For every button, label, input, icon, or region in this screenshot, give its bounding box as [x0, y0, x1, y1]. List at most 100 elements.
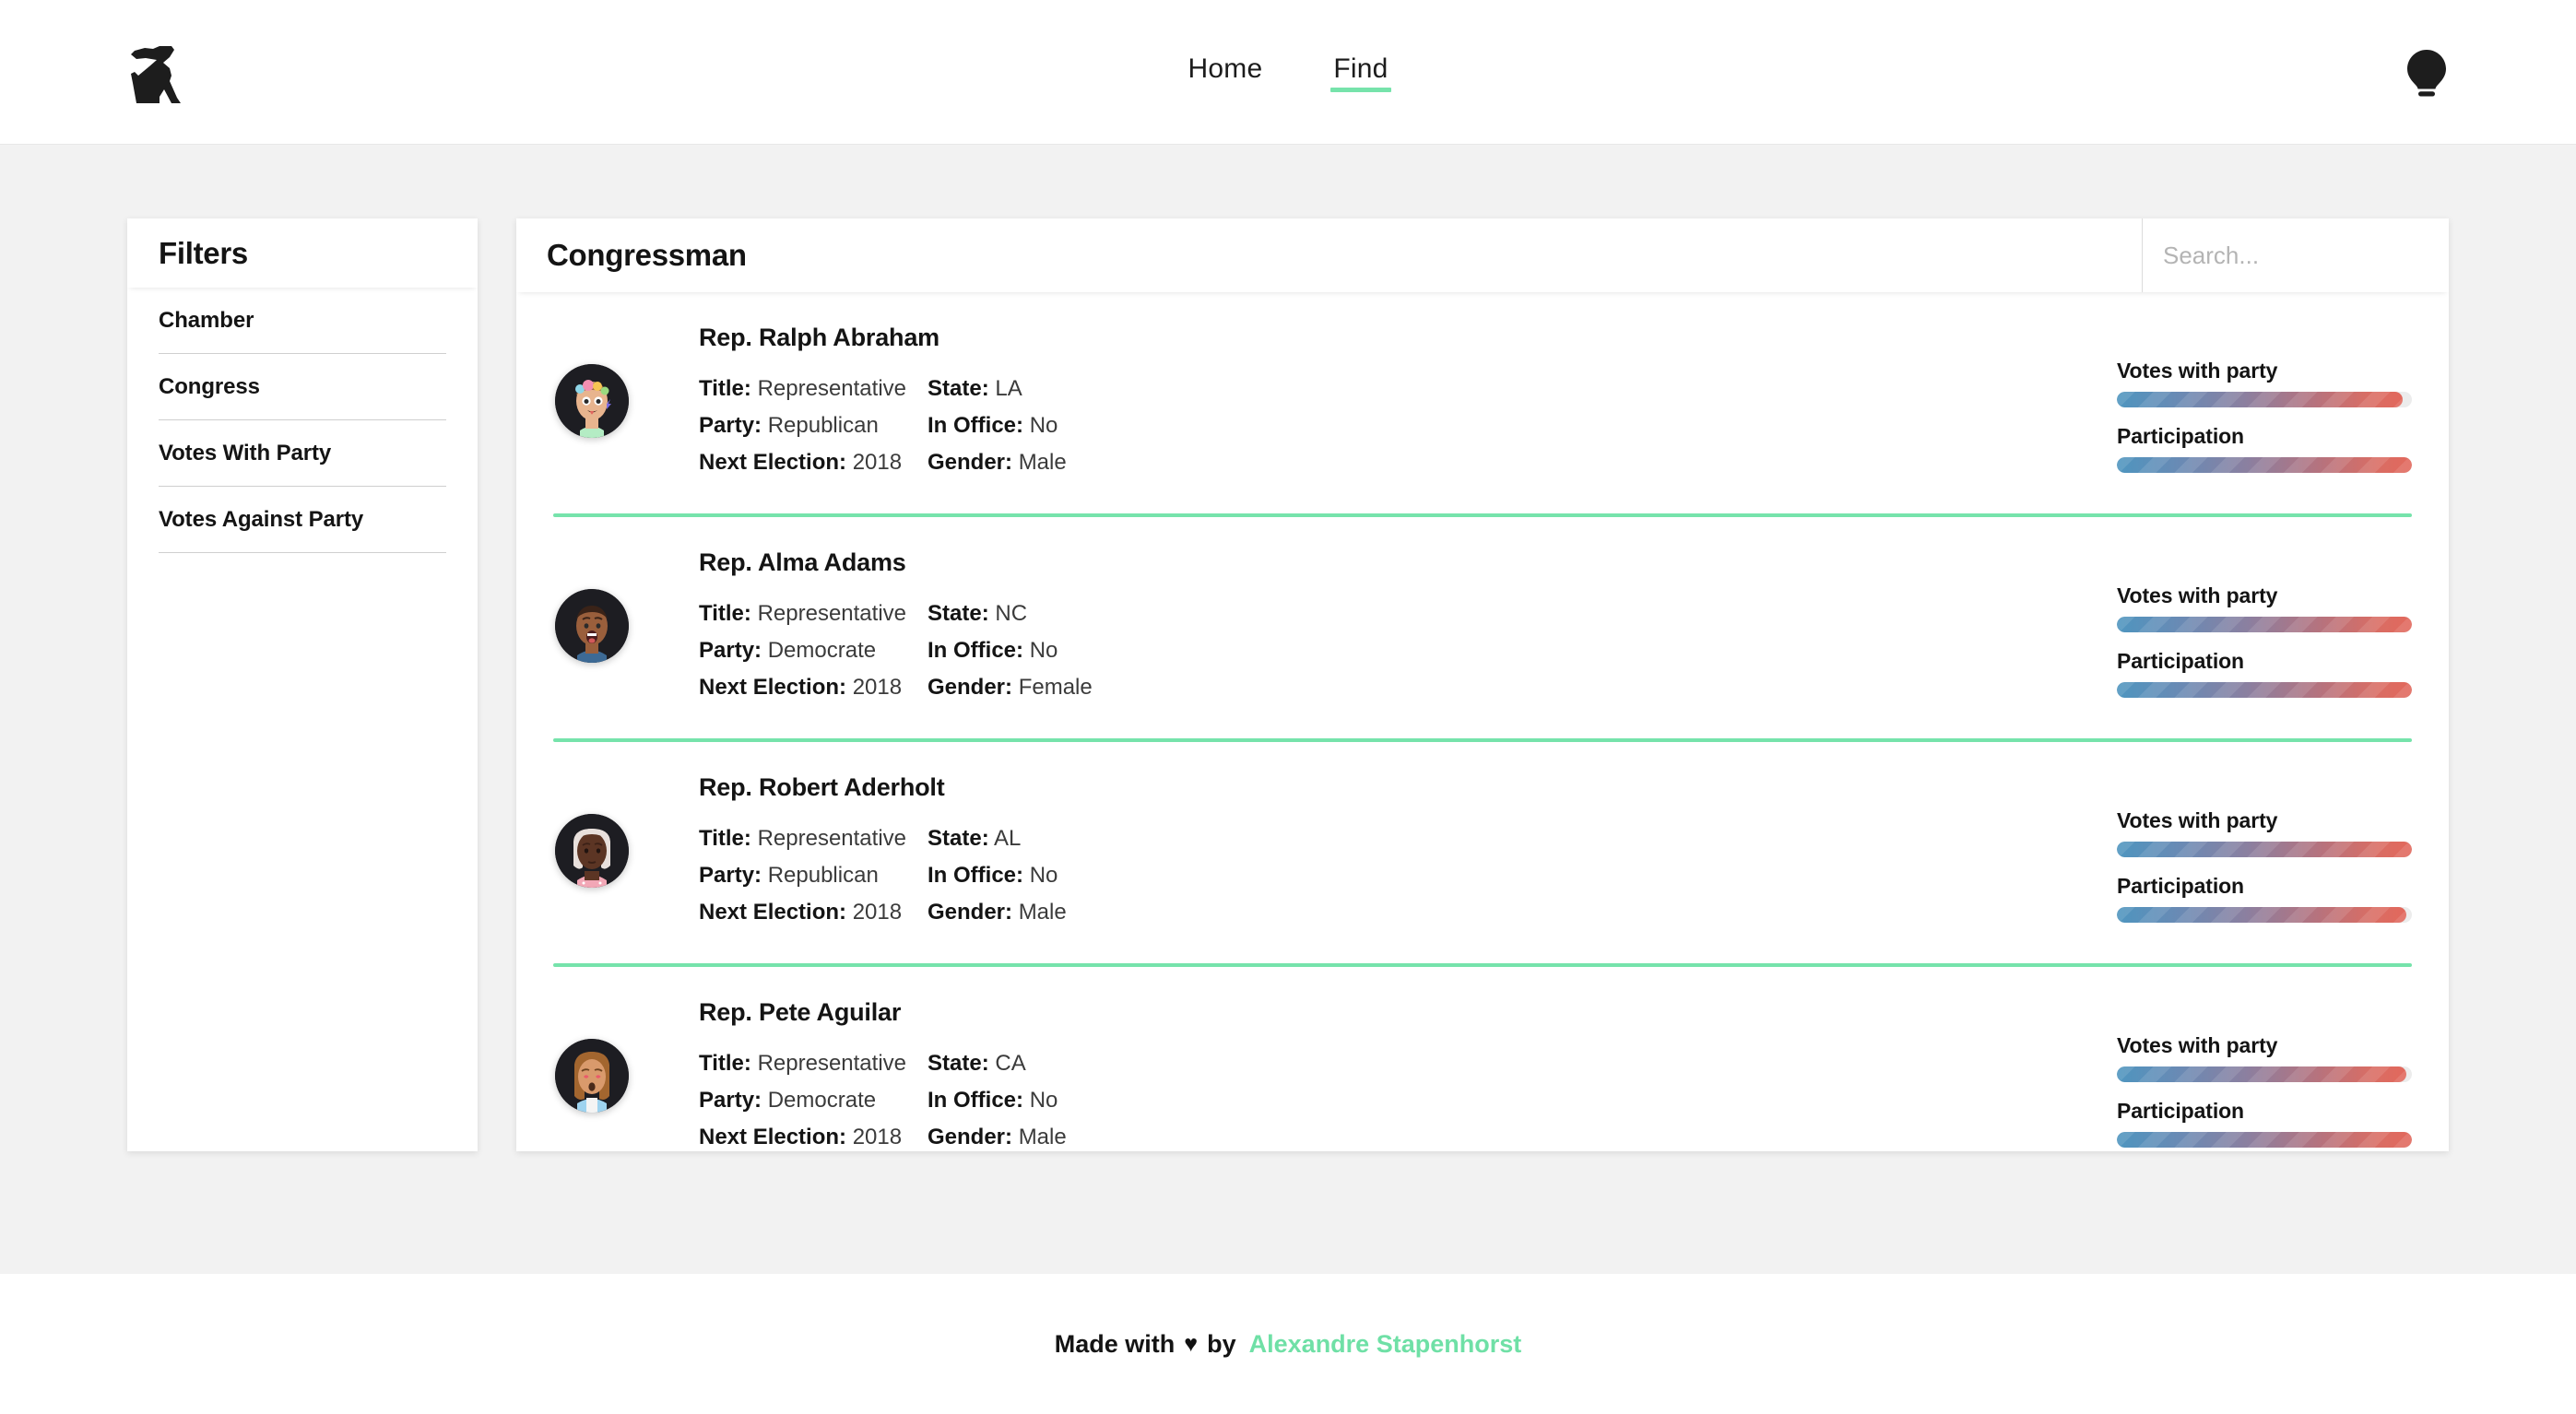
avatar — [555, 364, 629, 438]
meters: Votes with party Participation — [2117, 770, 2412, 939]
attr-title: Title: Representative — [699, 595, 928, 632]
votes-with-party-label: Votes with party — [2117, 583, 2412, 608]
lightbulb-icon[interactable] — [2406, 49, 2447, 97]
sidebar-item-chamber[interactable]: Chamber — [159, 288, 446, 354]
footer-prefix: Made with — [1055, 1330, 1176, 1359]
attr-gender: Gender: Male — [928, 444, 1067, 481]
panel-title-wrap: Congressman — [516, 218, 2142, 292]
attr-gender: Gender: Male — [928, 894, 1067, 931]
nav-link-find[interactable]: Find — [1333, 55, 1388, 90]
meter-fill — [2117, 842, 2412, 857]
footer-author-link[interactable]: Alexandre Stapenhorst — [1249, 1330, 1522, 1359]
person-name: Rep. Pete Aguilar — [699, 998, 2117, 1027]
search-input[interactable] — [2163, 242, 2428, 270]
filter-label: Chamber — [159, 308, 254, 334]
list-item[interactable]: Rep. Ralph Abraham Title: Representative… — [516, 292, 2449, 517]
meters: Votes with party Participation — [2117, 320, 2412, 489]
filters-list: Chamber Congress Votes With Party Votes … — [127, 288, 478, 553]
participation-bar — [2117, 907, 2412, 923]
meter-fill — [2117, 907, 2406, 923]
congressman-panel: Congressman — [516, 218, 2449, 1151]
attr-in-office: In Office: No — [928, 407, 1067, 444]
attr-state: State: LA — [928, 371, 1067, 407]
person-info: Rep. Alma Adams Title: Representative Pa… — [629, 545, 2117, 706]
heart-icon: ♥ — [1184, 1331, 1198, 1358]
congressman-list: Rep. Ralph Abraham Title: Representative… — [516, 292, 2449, 1151]
meters: Votes with party Participation — [2117, 995, 2412, 1151]
attr-in-office: In Office: No — [928, 1082, 1067, 1119]
participation-bar — [2117, 457, 2412, 473]
panel-header: Congressman — [516, 218, 2449, 292]
page-title: Congressman — [547, 238, 747, 273]
votes-with-party-label: Votes with party — [2117, 808, 2412, 833]
meter-fill — [2117, 1132, 2412, 1148]
attr-in-office: In Office: No — [928, 632, 1093, 669]
meter-fill — [2117, 392, 2403, 407]
meter-fill — [2117, 457, 2412, 473]
votes-with-party-label: Votes with party — [2117, 1033, 2412, 1058]
attr-gender: Gender: Female — [928, 669, 1093, 706]
avatar — [555, 814, 629, 888]
top-navbar: Home Find — [0, 0, 2576, 145]
list-item[interactable]: Rep. Alma Adams Title: Representative Pa… — [516, 517, 2449, 742]
attr-state: State: AL — [928, 820, 1067, 857]
meter-fill — [2117, 1066, 2406, 1082]
nav-links: Home Find — [0, 0, 2576, 145]
filters-title: Filters — [159, 236, 248, 271]
filters-header: Filters — [127, 218, 478, 288]
sidebar-item-votes-against-party[interactable]: Votes Against Party — [159, 487, 446, 553]
attr-next-election: Next Election: 2018 — [699, 894, 928, 931]
participation-label: Participation — [2117, 649, 2412, 674]
participation-label: Participation — [2117, 424, 2412, 449]
person-name: Rep. Robert Aderholt — [699, 773, 2117, 802]
attr-next-election: Next Election: 2018 — [699, 444, 928, 481]
attr-title: Title: Representative — [699, 371, 928, 407]
sidebar-item-votes-with-party[interactable]: Votes With Party — [159, 420, 446, 487]
person-info: Rep. Robert Aderholt Title: Representati… — [629, 770, 2117, 931]
footer-middle: by — [1207, 1330, 1236, 1359]
attr-next-election: Next Election: 2018 — [699, 1119, 928, 1151]
participation-label: Participation — [2117, 1099, 2412, 1124]
filter-label: Votes Against Party — [159, 507, 363, 533]
votes-with-party-bar — [2117, 1066, 2412, 1082]
votes-with-party-bar — [2117, 392, 2412, 407]
person-name: Rep. Ralph Abraham — [699, 324, 2117, 352]
attr-party: Party: Democrate — [699, 632, 928, 669]
sidebar-item-congress[interactable]: Congress — [159, 354, 446, 420]
filters-sidebar: Filters Chamber Congress Votes With Part… — [127, 218, 478, 1151]
votes-with-party-bar — [2117, 842, 2412, 857]
app-root: Home Find Filters Chamber Congress — [0, 0, 2576, 1414]
votes-with-party-bar — [2117, 617, 2412, 632]
person-info: Rep. Ralph Abraham Title: Representative… — [629, 320, 2117, 481]
meter-fill — [2117, 682, 2412, 698]
search-container — [2142, 218, 2449, 292]
meter-fill — [2117, 617, 2412, 632]
list-item[interactable]: Rep. Pete Aguilar Title: Representative … — [516, 967, 2449, 1151]
main-content: Filters Chamber Congress Votes With Part… — [0, 145, 2576, 1274]
nav-link-home[interactable]: Home — [1188, 55, 1263, 90]
participation-bar — [2117, 682, 2412, 698]
avatar — [555, 589, 629, 663]
attr-state: State: CA — [928, 1045, 1067, 1082]
filter-label: Votes With Party — [159, 441, 331, 466]
person-name: Rep. Alma Adams — [699, 548, 2117, 577]
avatar — [555, 1039, 629, 1113]
attr-title: Title: Representative — [699, 1045, 928, 1082]
participation-bar — [2117, 1132, 2412, 1148]
attr-next-election: Next Election: 2018 — [699, 669, 928, 706]
attr-title: Title: Representative — [699, 820, 928, 857]
attr-party: Party: Democrate — [699, 1082, 928, 1119]
footer: Made with ♥ by Alexandre Stapenhorst — [0, 1274, 2576, 1414]
attr-state: State: NC — [928, 595, 1093, 632]
attr-gender: Gender: Male — [928, 1119, 1067, 1151]
attr-party: Party: Republican — [699, 407, 928, 444]
attr-in-office: In Office: No — [928, 857, 1067, 894]
list-item[interactable]: Rep. Robert Aderholt Title: Representati… — [516, 742, 2449, 967]
attr-party: Party: Republican — [699, 857, 928, 894]
filter-label: Congress — [159, 374, 260, 400]
footer-credit: Made with ♥ by Alexandre Stapenhorst — [1055, 1330, 1521, 1359]
participation-label: Participation — [2117, 874, 2412, 899]
votes-with-party-label: Votes with party — [2117, 359, 2412, 383]
person-info: Rep. Pete Aguilar Title: Representative … — [629, 995, 2117, 1151]
meters: Votes with party Participation — [2117, 545, 2412, 714]
